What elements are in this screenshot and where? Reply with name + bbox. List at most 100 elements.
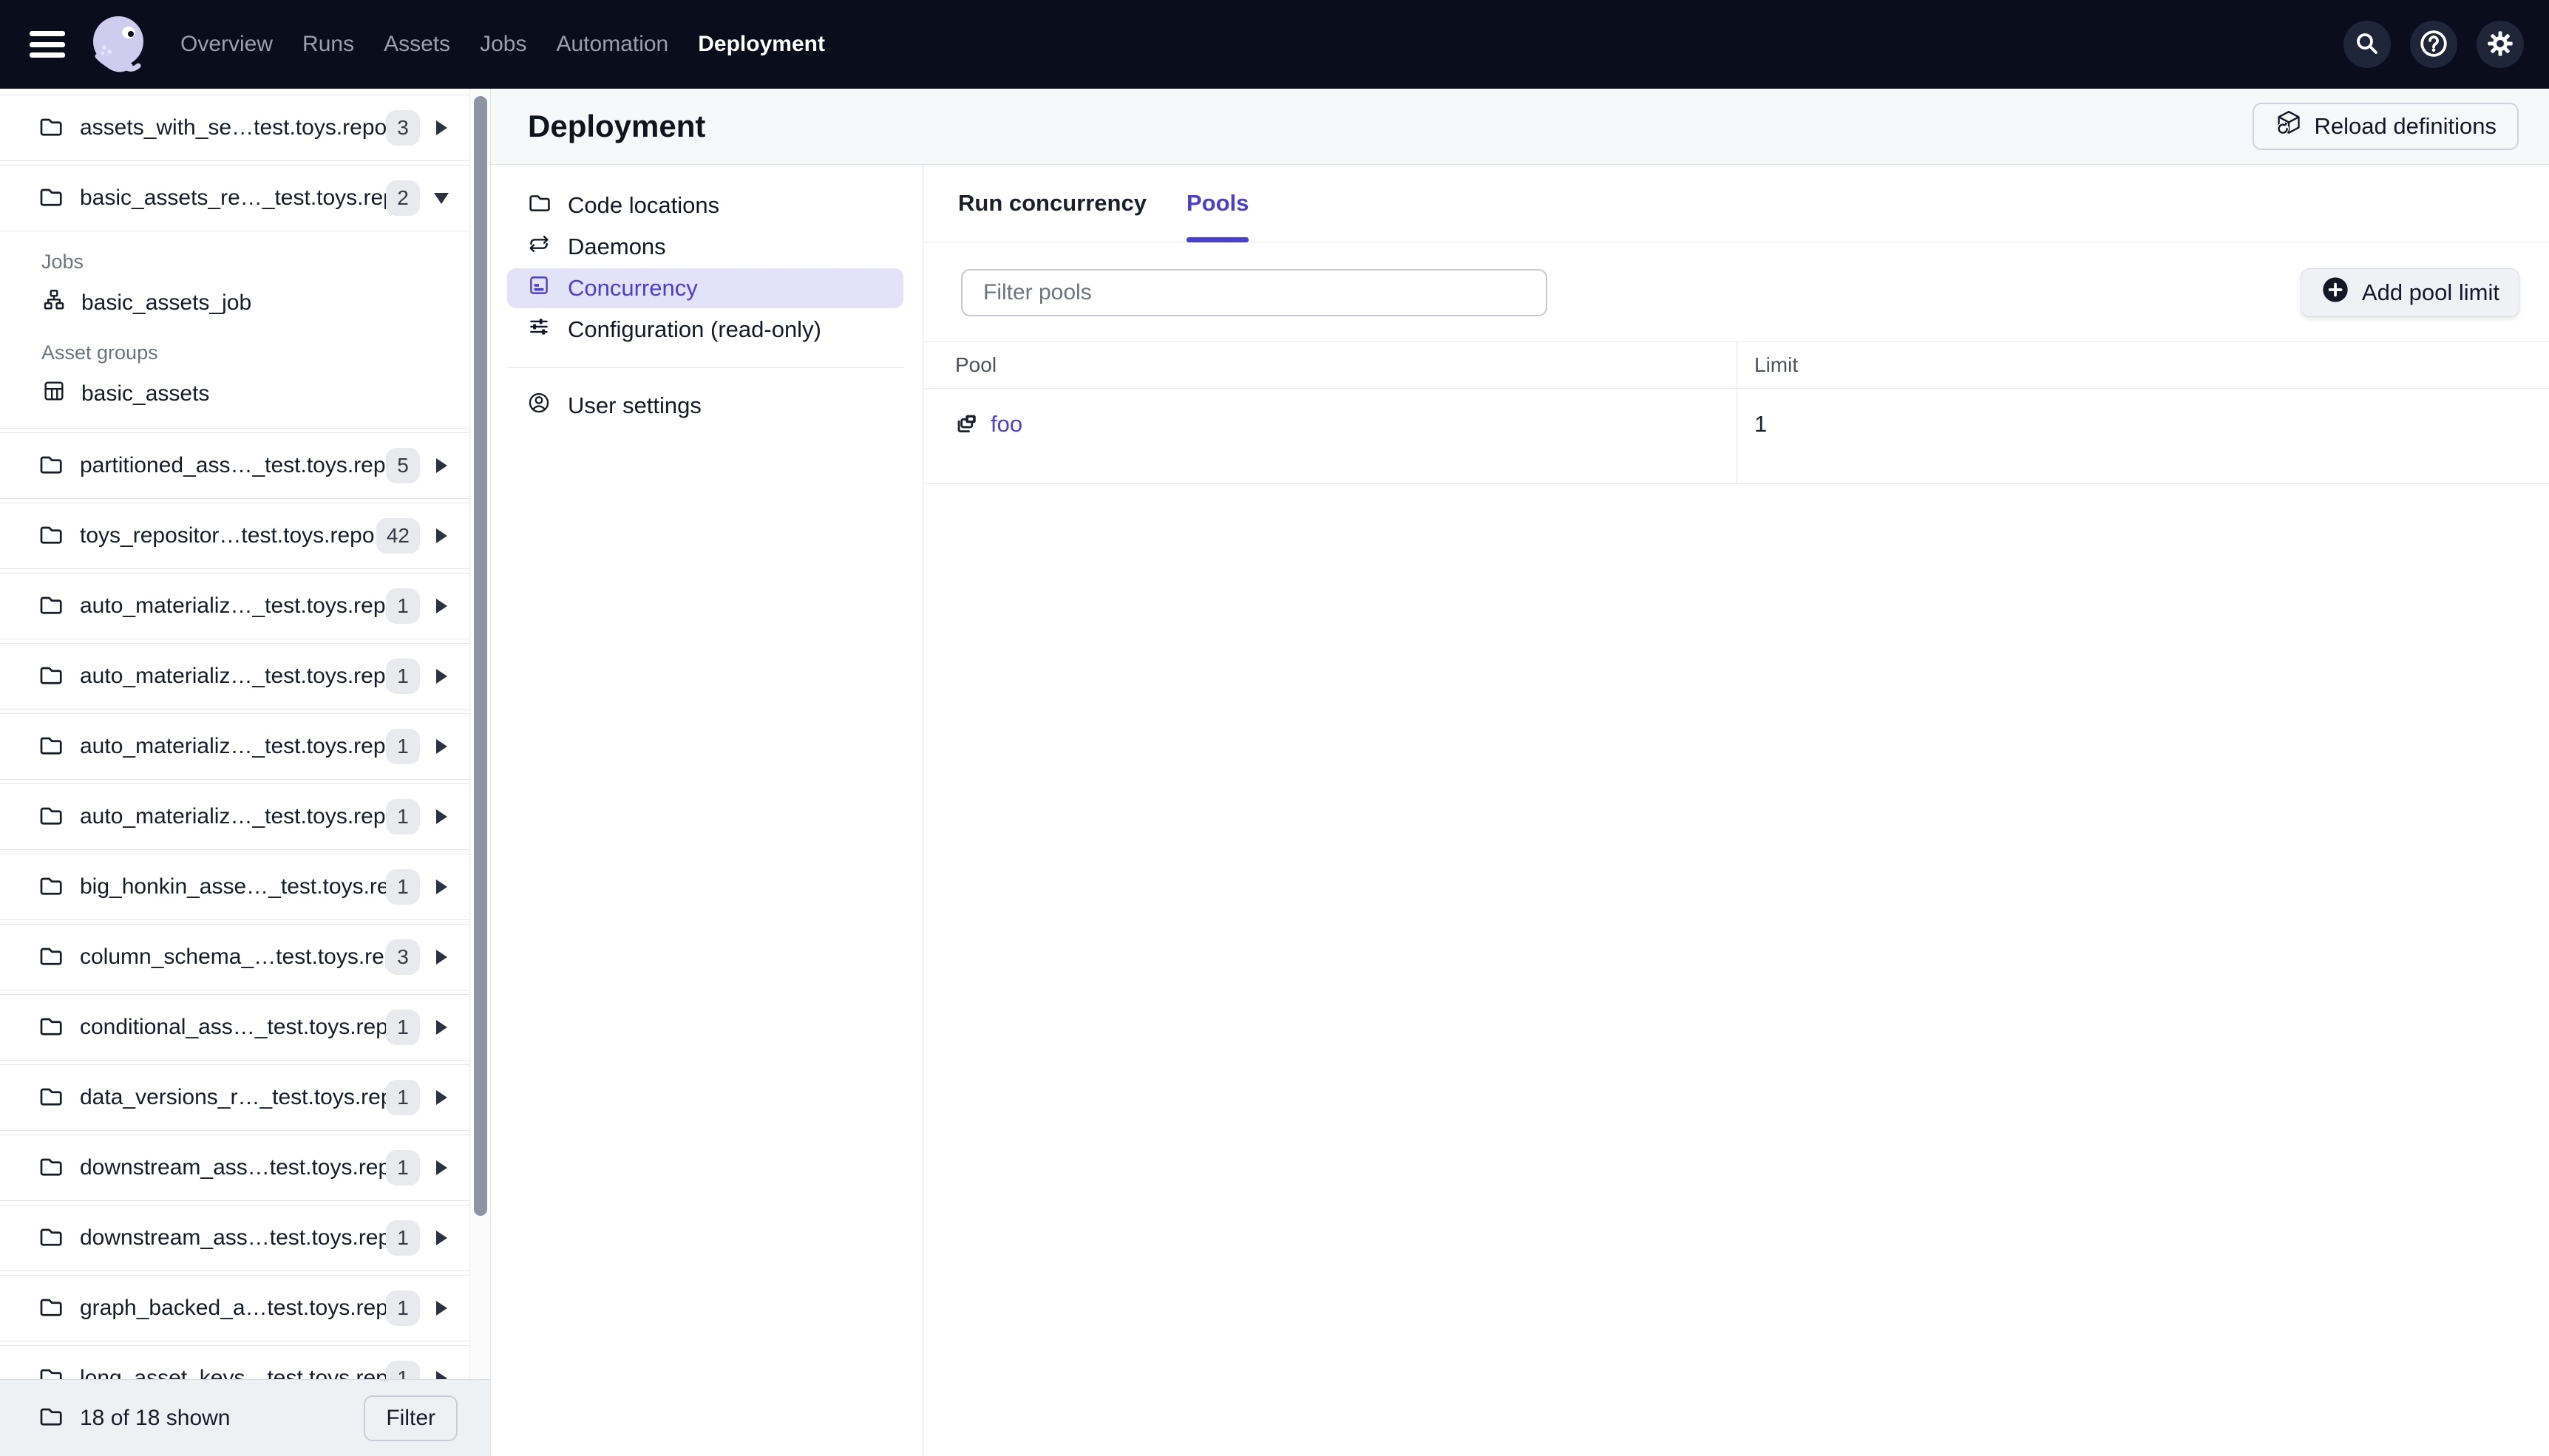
chevron-right-icon: [435, 880, 447, 894]
repo-label: conditional_ass…_test.toys.repo: [80, 1015, 386, 1039]
chevron-right-icon: [435, 120, 447, 135]
chevron-right-icon: [435, 809, 447, 824]
repo-label: auto_materializ…_test.toys.repo: [80, 593, 386, 618]
filter-button[interactable]: Filter: [364, 1395, 458, 1441]
folder-icon: [37, 732, 64, 762]
settings-nav-item-label: Code locations: [568, 192, 720, 218]
top-nav-link[interactable]: Automation: [556, 32, 668, 57]
concurrency-panel: Run concurrency Pools Add pool limit Poo…: [924, 165, 2549, 1456]
expand-chevron-button[interactable]: [420, 585, 463, 627]
folder-icon: [526, 190, 551, 221]
folder-icon: [37, 451, 64, 481]
folder-icon: [37, 591, 64, 622]
repo-label: toys_repositor…test.toys.repo: [80, 523, 375, 548]
user-settings-label: User settings: [568, 392, 702, 418]
pool-name-link[interactable]: foo: [991, 411, 1022, 438]
expand-chevron-button[interactable]: [420, 655, 463, 698]
expand-chevron-button[interactable]: [420, 1287, 463, 1330]
hamburger-menu-button[interactable]: [30, 31, 65, 58]
expand-chevron-button[interactable]: [420, 1006, 463, 1049]
chevron-right-icon: [435, 739, 447, 754]
top-nav-link[interactable]: Deployment: [698, 32, 825, 57]
repo-row[interactable]: auto_materializ…_test.toys.repo 1: [0, 573, 470, 639]
repo-row[interactable]: long_asset_keys…test.toys.rep 1: [0, 1345, 470, 1379]
folder-icon: [37, 872, 64, 902]
configuration-icon: [526, 314, 551, 345]
repo-row[interactable]: partitioned_ass…_test.toys.rep 5: [0, 432, 470, 499]
expand-chevron-button[interactable]: [420, 444, 463, 487]
sidebar-leaf-item[interactable]: basic_assets: [41, 375, 470, 413]
repo-row[interactable]: graph_backed_a…test.toys.repo 1: [0, 1275, 470, 1341]
search-button[interactable]: [2343, 21, 2391, 68]
expand-chevron-button[interactable]: [420, 514, 463, 557]
concurrency-tabs: Run concurrency Pools: [924, 165, 2549, 242]
expand-chevron-button[interactable]: [420, 725, 463, 768]
top-nav-link[interactable]: Jobs: [480, 32, 526, 57]
expand-chevron-button[interactable]: [420, 1146, 463, 1189]
sidebar-scrollbar-thumb[interactable]: [474, 96, 487, 1216]
sidebar-scrollbar-track[interactable]: [469, 89, 490, 1379]
repo-row[interactable]: big_honkin_asse…_test.toys.rep 1: [0, 854, 470, 920]
sidebar-leaf-item[interactable]: basic_assets_job: [41, 284, 470, 322]
repo-row[interactable]: assets_with_se…test.toys.repo 3: [0, 95, 470, 161]
repo-count-summary: 18 of 18 shown: [80, 1405, 231, 1430]
repo-label: downstream_ass…test.toys.rep: [80, 1155, 386, 1180]
add-pool-limit-button[interactable]: Add pool limit: [2300, 268, 2519, 317]
add-pool-limit-label: Add pool limit: [2361, 279, 2499, 305]
top-nav-actions: [2343, 21, 2524, 68]
concurrency-tab[interactable]: Run concurrency: [958, 165, 1147, 242]
repo-label: partitioned_ass…_test.toys.rep: [80, 453, 386, 477]
top-nav-link[interactable]: Runs: [302, 32, 354, 57]
repo-row[interactable]: conditional_ass…_test.toys.repo 1: [0, 994, 470, 1061]
repo-label: big_honkin_asse…_test.toys.rep: [80, 874, 386, 899]
repo-label: auto_materializ…_test.toys.repo: [80, 664, 386, 688]
repo-label: auto_materializ…_test.toys.repo: [80, 734, 386, 758]
repo-row[interactable]: auto_materializ…_test.toys.repo 1: [0, 783, 470, 850]
expand-chevron-button[interactable]: [420, 1357, 463, 1379]
expand-chevron-button[interactable]: [420, 936, 463, 979]
settings-nav-item[interactable]: Concurrency: [507, 268, 903, 308]
repo-row[interactable]: auto_materializ…_test.toys.repo 1: [0, 643, 470, 710]
sidebar-divider: [0, 428, 470, 429]
repo-row[interactable]: downstream_ass…test.toys.rep 1: [0, 1205, 470, 1271]
expand-chevron-button[interactable]: [420, 177, 463, 220]
dagster-logo-icon[interactable]: [83, 9, 154, 80]
folder-icon: [37, 1403, 64, 1433]
settings-nav-item[interactable]: Code locations: [507, 186, 903, 225]
repo-count-badge: 1: [386, 588, 420, 624]
filter-pools-input[interactable]: [961, 269, 1547, 316]
top-nav-link[interactable]: Overview: [180, 32, 273, 57]
expand-chevron-button[interactable]: [420, 865, 463, 908]
repo-row[interactable]: data_versions_r…_test.toys.rep 1: [0, 1064, 470, 1131]
concurrency-tab[interactable]: Pools: [1186, 165, 1249, 242]
expand-chevron-button[interactable]: [420, 106, 463, 149]
repo-row[interactable]: downstream_ass…test.toys.rep 1: [0, 1134, 470, 1201]
repo-row[interactable]: basic_assets_re…_test.toys.rep 2: [0, 165, 470, 231]
asset-repo-sidebar: assets_with_se…test.toys.repo 3 basic_as…: [0, 89, 491, 1456]
job-icon: [41, 288, 67, 319]
chevron-right-icon: [435, 669, 447, 684]
settings-nav-item[interactable]: Configuration (read-only): [507, 310, 903, 350]
repo-row[interactable]: auto_materializ…_test.toys.repo 1: [0, 713, 470, 780]
chevron-right-icon: [435, 1020, 447, 1035]
repo-count-badge: 1: [386, 1080, 420, 1115]
repo-count-badge: 3: [386, 110, 420, 146]
folder-icon: [37, 661, 64, 692]
top-nav-link[interactable]: Assets: [384, 32, 450, 57]
chevron-down-icon: [434, 192, 449, 204]
repo-row[interactable]: toys_repositor…test.toys.repo 42: [0, 503, 470, 569]
help-button[interactable]: [2410, 21, 2457, 68]
user-settings-item[interactable]: User settings: [507, 386, 903, 426]
leaf-label: basic_assets: [81, 381, 210, 406]
repo-row[interactable]: column_schema_…test.toys.rep 3: [0, 924, 470, 990]
expand-chevron-button[interactable]: [420, 1076, 463, 1119]
expand-chevron-button[interactable]: [420, 795, 463, 838]
top-nav: Overview Runs Assets Jobs Automation Dep…: [0, 0, 2549, 89]
reload-definitions-button[interactable]: Reload definitions: [2252, 103, 2519, 150]
settings-nav-item[interactable]: Daemons: [507, 227, 903, 267]
repo-count-badge: 42: [376, 518, 420, 554]
user-icon: [526, 390, 551, 421]
expand-chevron-button[interactable]: [420, 1217, 463, 1259]
leaf-label: basic_assets_job: [81, 290, 252, 315]
settings-button[interactable]: [2477, 21, 2524, 68]
